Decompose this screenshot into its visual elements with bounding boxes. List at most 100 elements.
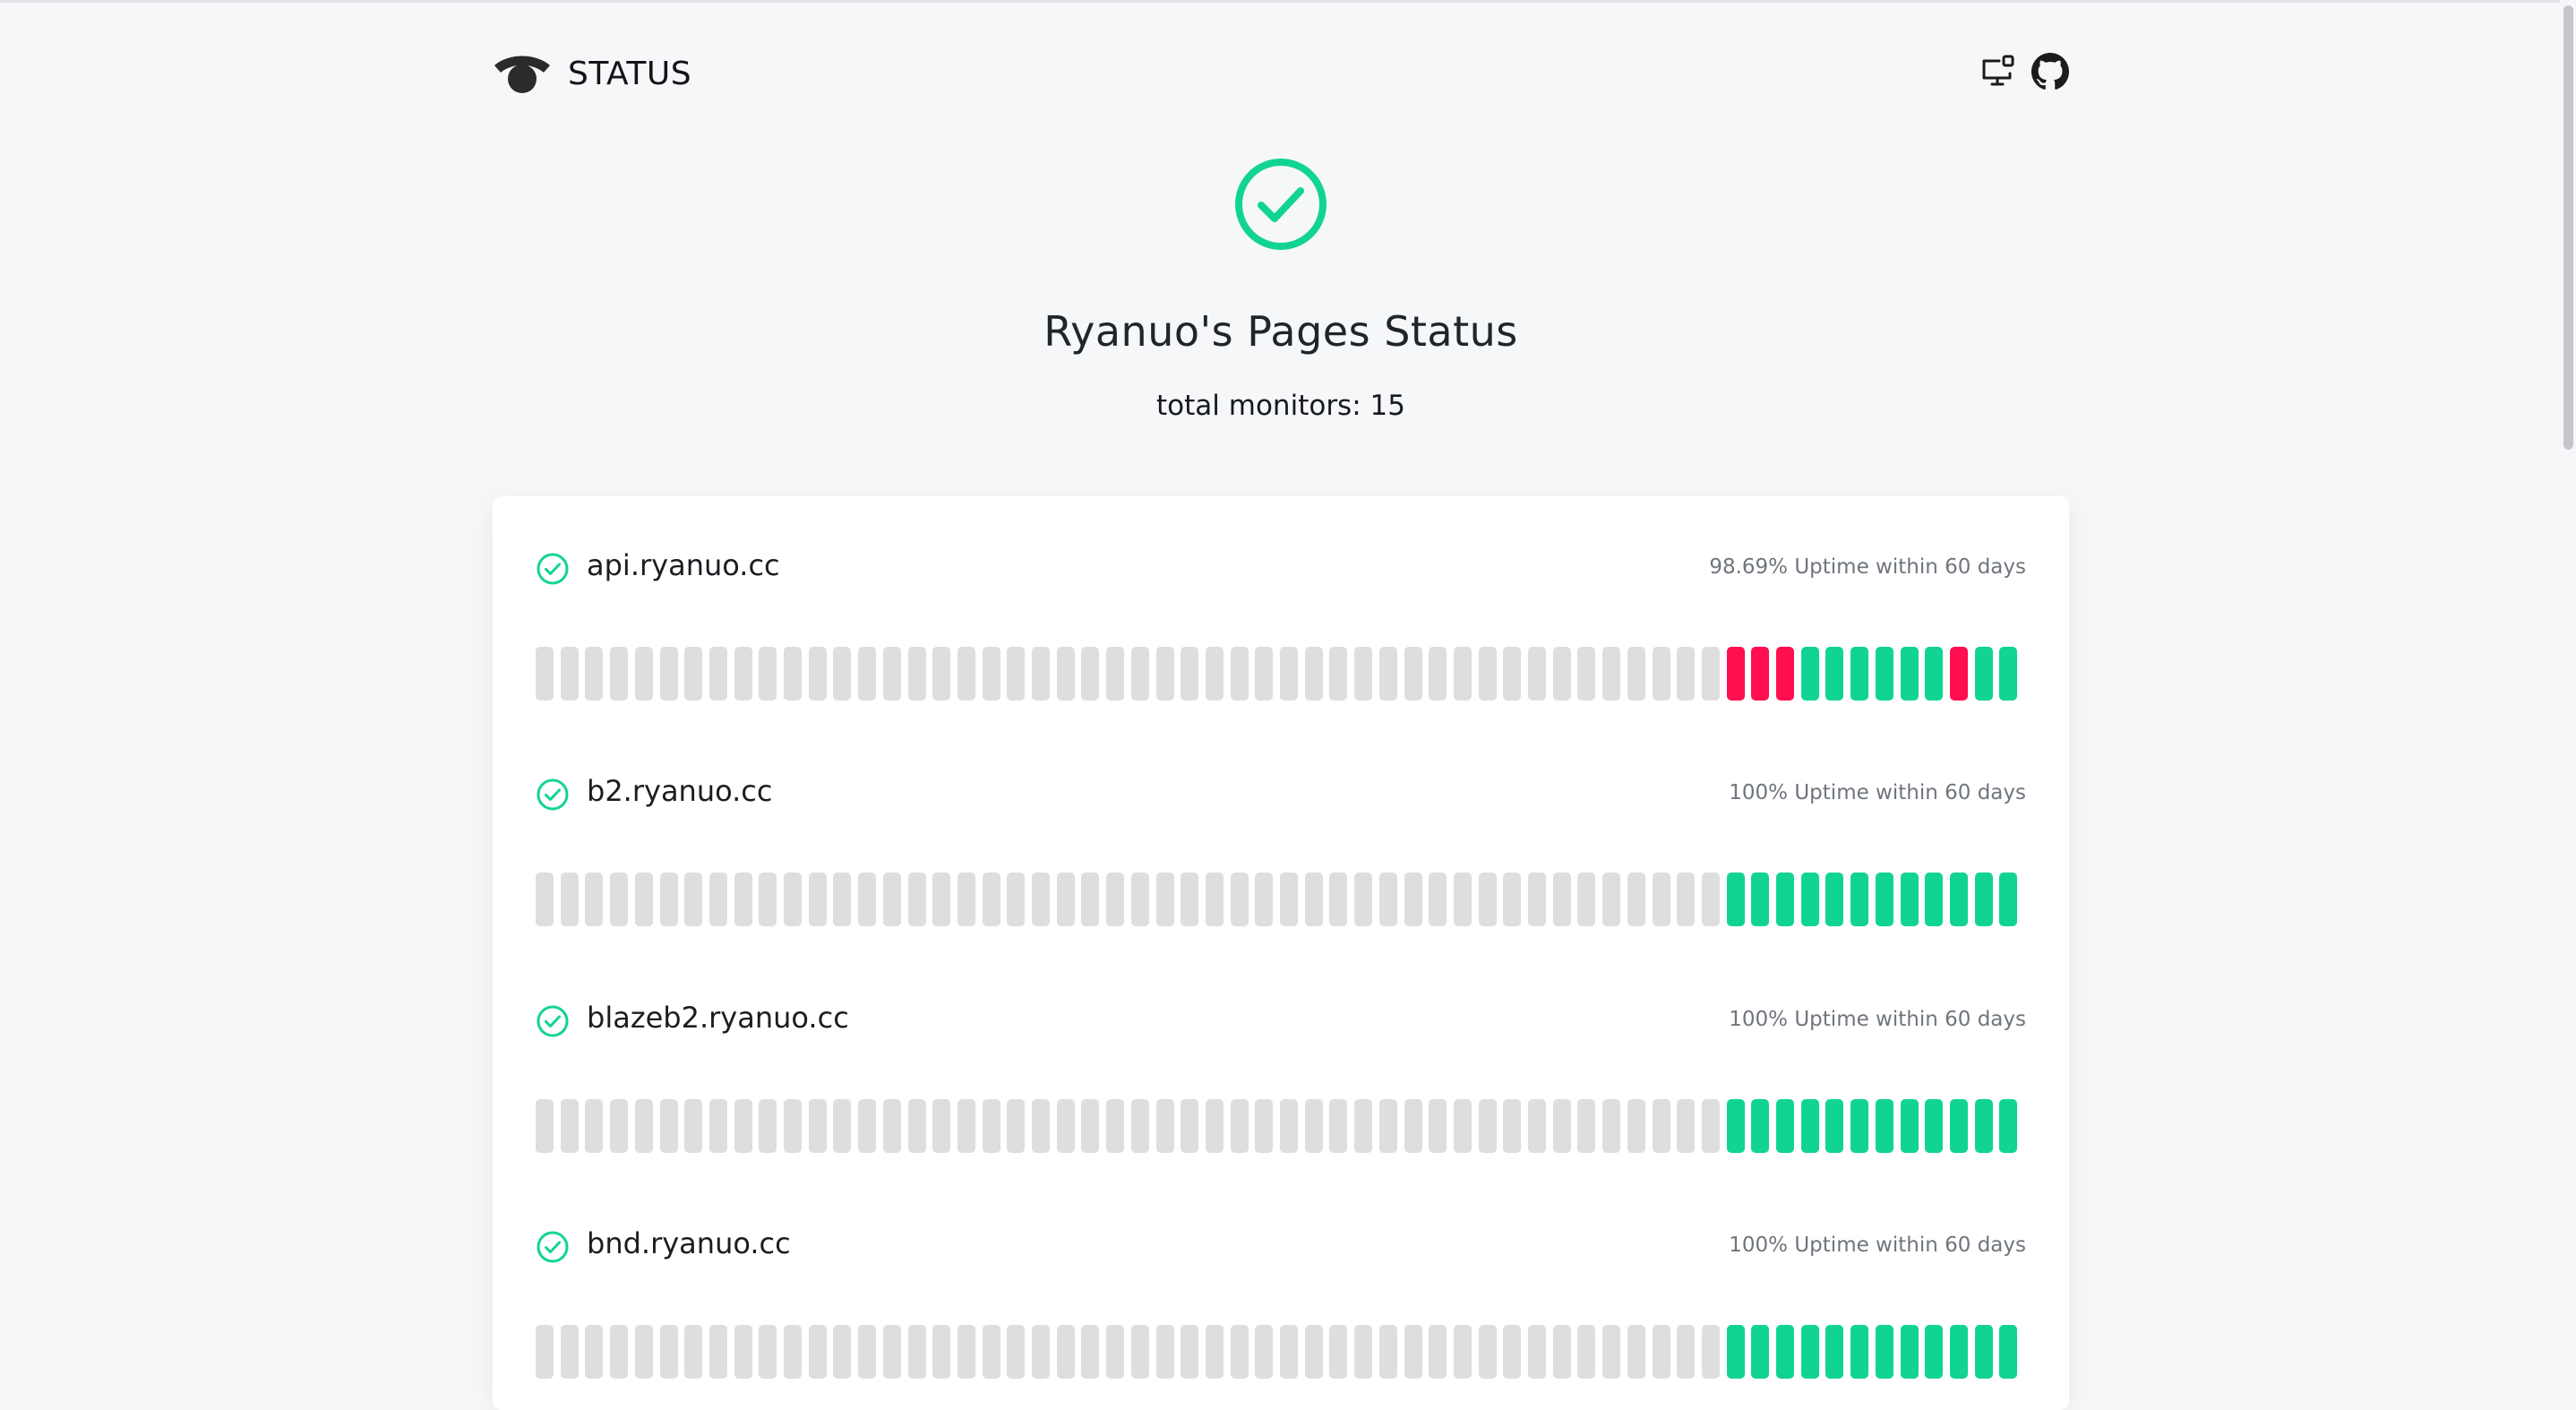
uptime-bar-nodata[interactable]	[784, 873, 802, 926]
uptime-bar-nodata[interactable]	[659, 873, 678, 926]
uptime-bar-nodata[interactable]	[833, 873, 852, 926]
uptime-bar-nodata[interactable]	[560, 1325, 579, 1379]
uptime-bar-nodata[interactable]	[1081, 1325, 1100, 1379]
uptime-bar-nodata[interactable]	[1577, 1325, 1596, 1379]
uptime-bar-up[interactable]	[1751, 873, 1770, 926]
uptime-bar-up[interactable]	[1776, 873, 1794, 926]
uptime-bar-nodata[interactable]	[1056, 1325, 1075, 1379]
uptime-bar-nodata[interactable]	[1453, 1099, 1472, 1153]
uptime-bar-nodata[interactable]	[684, 1099, 703, 1153]
uptime-bar-nodata[interactable]	[610, 1099, 629, 1153]
uptime-bar-nodata[interactable]	[1503, 1099, 1522, 1153]
uptime-bar-nodata[interactable]	[684, 1325, 703, 1379]
uptime-bar-up[interactable]	[1900, 1099, 1919, 1153]
uptime-bar-up[interactable]	[1726, 1325, 1745, 1379]
uptime-bar-nodata[interactable]	[1329, 647, 1348, 701]
uptime-bar-nodata[interactable]	[982, 873, 1000, 926]
uptime-bar-nodata[interactable]	[1378, 873, 1397, 926]
uptime-bar-up[interactable]	[1999, 647, 2018, 701]
uptime-bar-nodata[interactable]	[1056, 873, 1075, 926]
uptime-bar-nodata[interactable]	[1354, 1325, 1373, 1379]
uptime-bar-nodata[interactable]	[1404, 1325, 1422, 1379]
uptime-bar-nodata[interactable]	[1552, 1325, 1571, 1379]
brand[interactable]: STATUS	[493, 45, 691, 102]
uptime-bar-nodata[interactable]	[1602, 647, 1621, 701]
uptime-bar-nodata[interactable]	[585, 1099, 604, 1153]
uptime-bar-up[interactable]	[1974, 1099, 1993, 1153]
uptime-bar-nodata[interactable]	[585, 647, 604, 701]
uptime-bar-up[interactable]	[1800, 1325, 1819, 1379]
uptime-bar-up[interactable]	[1949, 1099, 1968, 1153]
uptime-bar-nodata[interactable]	[1007, 1099, 1026, 1153]
uptime-bar-nodata[interactable]	[1627, 1099, 1645, 1153]
uptime-bar-nodata[interactable]	[1429, 1099, 1447, 1153]
uptime-bar-nodata[interactable]	[882, 1099, 901, 1153]
uptime-bar-up[interactable]	[1974, 647, 1993, 701]
monitor-name[interactable]: bnd.ryanuo.cc	[587, 1226, 791, 1260]
uptime-bar-nodata[interactable]	[833, 647, 852, 701]
uptime-bar-nodata[interactable]	[1453, 1325, 1472, 1379]
uptime-bar-nodata[interactable]	[882, 647, 901, 701]
uptime-bar-nodata[interactable]	[560, 647, 579, 701]
uptime-bar-nodata[interactable]	[808, 647, 827, 701]
uptime-bar-up[interactable]	[1925, 1325, 1944, 1379]
uptime-bar-nodata[interactable]	[1701, 873, 1720, 926]
uptime-bar-nodata[interactable]	[1230, 1099, 1249, 1153]
uptime-bar-nodata[interactable]	[1181, 647, 1199, 701]
uptime-bar-up[interactable]	[1974, 1325, 1993, 1379]
uptime-bar-up[interactable]	[1974, 873, 1993, 926]
uptime-bar-nodata[interactable]	[1304, 873, 1323, 926]
uptime-bar-up[interactable]	[1875, 1325, 1893, 1379]
uptime-bar-nodata[interactable]	[1528, 873, 1546, 926]
uptime-bar-nodata[interactable]	[585, 1325, 604, 1379]
uptime-bar-nodata[interactable]	[858, 873, 877, 926]
uptime-bar-nodata[interactable]	[1280, 1099, 1298, 1153]
uptime-bar-nodata[interactable]	[1627, 873, 1645, 926]
uptime-bar-nodata[interactable]	[1032, 873, 1050, 926]
uptime-bar-nodata[interactable]	[1627, 647, 1645, 701]
uptime-bar-nodata[interactable]	[1528, 647, 1546, 701]
github-icon[interactable]	[2031, 53, 2069, 94]
uptime-bar-nodata[interactable]	[610, 1325, 629, 1379]
uptime-bar-nodata[interactable]	[536, 1099, 554, 1153]
uptime-bar-up[interactable]	[1900, 647, 1919, 701]
uptime-bar-nodata[interactable]	[1230, 873, 1249, 926]
uptime-bar-nodata[interactable]	[784, 647, 802, 701]
uptime-bar-nodata[interactable]	[1701, 647, 1720, 701]
uptime-bar-nodata[interactable]	[1081, 647, 1100, 701]
uptime-bar-nodata[interactable]	[1677, 1325, 1696, 1379]
uptime-bar-nodata[interactable]	[634, 647, 653, 701]
uptime-bar-nodata[interactable]	[1602, 1325, 1621, 1379]
uptime-bar-nodata[interactable]	[1329, 873, 1348, 926]
uptime-bar-nodata[interactable]	[1007, 873, 1026, 926]
uptime-bar-nodata[interactable]	[560, 1099, 579, 1153]
uptime-bar-up[interactable]	[1825, 1325, 1844, 1379]
uptime-bar-nodata[interactable]	[1652, 1099, 1670, 1153]
uptime-bar-nodata[interactable]	[957, 1325, 975, 1379]
uptime-bar-nodata[interactable]	[1329, 1325, 1348, 1379]
uptime-bar-nodata[interactable]	[1429, 873, 1447, 926]
uptime-bar-up[interactable]	[1800, 873, 1819, 926]
uptime-bar-nodata[interactable]	[882, 1325, 901, 1379]
uptime-bar-up[interactable]	[1825, 873, 1844, 926]
uptime-bar-nodata[interactable]	[1478, 1325, 1497, 1379]
uptime-bar-nodata[interactable]	[808, 1325, 827, 1379]
uptime-bar-nodata[interactable]	[1528, 1325, 1546, 1379]
uptime-bar-nodata[interactable]	[1106, 1099, 1125, 1153]
uptime-bar-nodata[interactable]	[536, 647, 554, 701]
uptime-bar-nodata[interactable]	[1677, 873, 1696, 926]
uptime-bar-nodata[interactable]	[1528, 1099, 1546, 1153]
uptime-bar-nodata[interactable]	[610, 647, 629, 701]
monitor-name[interactable]: blazeb2.ryanuo.cc	[587, 1001, 849, 1035]
uptime-bar-nodata[interactable]	[932, 647, 951, 701]
uptime-bar-up[interactable]	[1751, 1325, 1770, 1379]
uptime-bar-up[interactable]	[1800, 1099, 1819, 1153]
uptime-bar-up[interactable]	[1825, 647, 1844, 701]
uptime-bar-down[interactable]	[1776, 647, 1794, 701]
monitor-name[interactable]: b2.ryanuo.cc	[587, 774, 772, 808]
uptime-bar-up[interactable]	[1949, 873, 1968, 926]
uptime-bar-nodata[interactable]	[982, 1099, 1000, 1153]
uptime-bar-up[interactable]	[1925, 1099, 1944, 1153]
uptime-bar-nodata[interactable]	[659, 1099, 678, 1153]
uptime-bar-nodata[interactable]	[784, 1325, 802, 1379]
